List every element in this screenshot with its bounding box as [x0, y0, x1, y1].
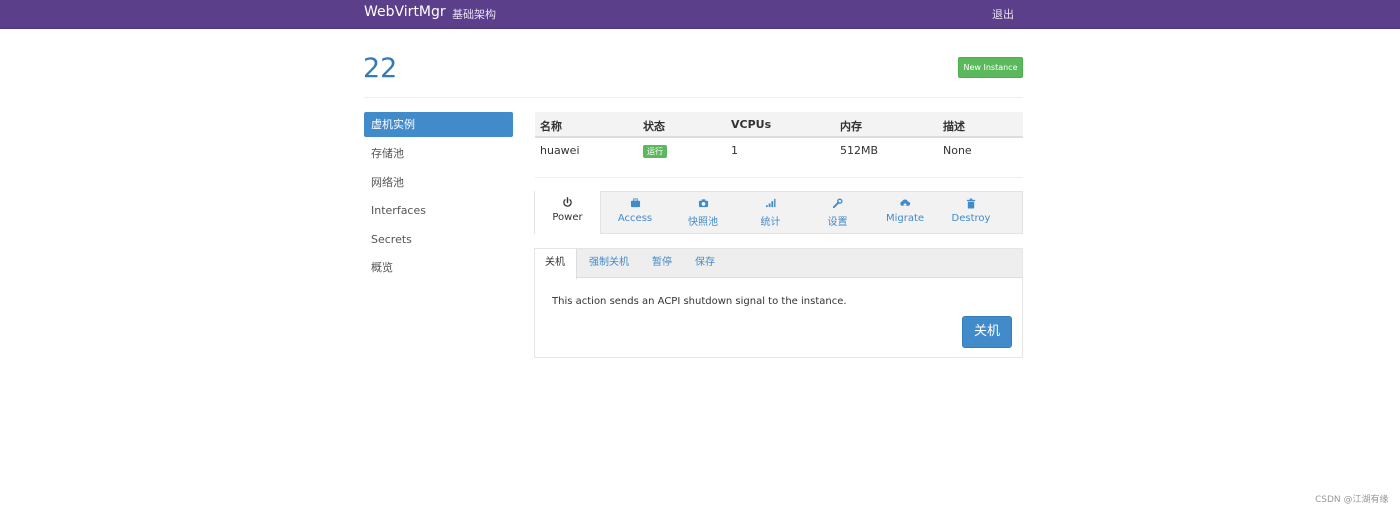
nav-infrastructure-link[interactable]: 基础架构: [452, 6, 496, 22]
briefcase-icon: [601, 198, 669, 211]
column-header-description: 描述: [943, 120, 965, 133]
instance-memory: 512MB: [840, 144, 879, 157]
tab-label: Migrate: [885, 213, 925, 224]
tab-label: Power: [552, 212, 583, 223]
column-header-memory: 内存: [840, 120, 862, 133]
tab-label: 快照池: [688, 217, 718, 228]
cloud-upload-icon: [871, 198, 939, 211]
tab-label: 设置: [827, 217, 848, 228]
instance-description: None: [943, 144, 972, 157]
instance-action-tabs: Power Access 快照池 统计 设置 Migrate Destroy: [534, 191, 1023, 234]
tab-save[interactable]: 保存: [685, 249, 725, 278]
tab-force-shutdown[interactable]: 强制关机: [579, 249, 639, 278]
sidebar-item-networks[interactable]: 网络池: [364, 170, 513, 199]
power-icon: [535, 197, 600, 210]
instance-vcpus: 1: [731, 144, 738, 157]
column-header-name: 名称: [540, 120, 562, 133]
table-header: 名称 状态 VCPUs 内存 描述: [535, 112, 1023, 138]
status-badge: 运行: [643, 145, 667, 158]
signal-icon: [737, 198, 804, 211]
sidebar-item-overview[interactable]: 概览: [364, 255, 513, 284]
power-panel: 关机 强制关机 暂停 保存 This action sends an ACPI …: [534, 248, 1023, 358]
instance-table: 名称 状态 VCPUs 内存 描述 huawei 运行 1 512MB None: [535, 112, 1023, 165]
trash-icon: [939, 198, 1003, 211]
column-header-status: 状态: [643, 120, 665, 133]
tab-label: Access: [617, 213, 653, 224]
top-navbar: WebVirtMgr 基础架构 退出: [0, 0, 1400, 29]
tab-suspend[interactable]: 暂停: [642, 249, 682, 278]
tab-label: Destroy: [951, 213, 991, 224]
shutdown-button[interactable]: 关机: [962, 316, 1012, 348]
tab-label: 统计: [760, 217, 781, 228]
table-row: huawei 运行 1 512MB None: [535, 138, 1023, 165]
divider: [535, 177, 1023, 178]
wrench-icon: [804, 198, 871, 211]
tab-shutdown[interactable]: 关机: [535, 249, 577, 279]
watermark: CSDN @江湖有缘: [1315, 495, 1389, 505]
tab-access[interactable]: Access: [601, 192, 669, 233]
status-cell: 运行: [643, 144, 667, 158]
instance-name: huawei: [540, 144, 580, 157]
sidebar-item-secrets[interactable]: Secrets: [364, 227, 513, 256]
logout-link[interactable]: 退出: [992, 6, 1014, 22]
sidebar-item-storage[interactable]: 存储池: [364, 141, 513, 170]
new-instance-button[interactable]: New Instance: [958, 57, 1023, 78]
column-header-vcpus: VCPUs: [731, 118, 772, 131]
sidebar-item-interfaces[interactable]: Interfaces: [364, 198, 513, 227]
divider: [364, 97, 1023, 98]
tab-snapshots[interactable]: 快照池: [669, 192, 737, 233]
tab-settings[interactable]: 设置: [804, 192, 871, 233]
page-title: 22: [363, 53, 398, 84]
shutdown-description: This action sends an ACPI shutdown signa…: [552, 296, 847, 307]
power-sub-tabs: 关机 强制关机 暂停 保存: [535, 249, 1022, 279]
camera-icon: [669, 198, 737, 211]
brand-link[interactable]: WebVirtMgr: [364, 4, 446, 20]
tab-migrate[interactable]: Migrate: [871, 192, 939, 233]
tab-stats[interactable]: 统计: [737, 192, 804, 233]
sidebar-item-instances[interactable]: 虚机实例: [364, 112, 513, 137]
sidebar: 虚机实例 存储池 网络池 Interfaces Secrets 概览: [364, 112, 513, 284]
tab-power[interactable]: Power: [535, 191, 601, 234]
tab-destroy[interactable]: Destroy: [939, 192, 1003, 233]
